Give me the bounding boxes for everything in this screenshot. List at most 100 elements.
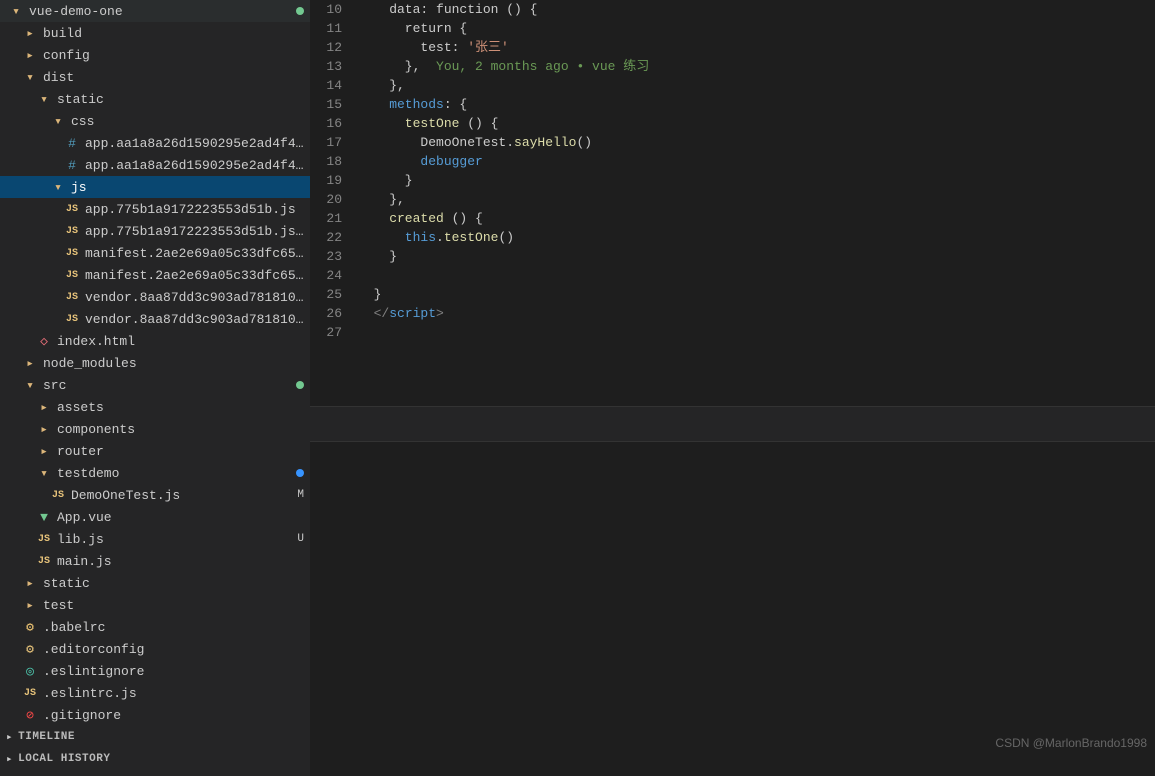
- sidebar-item-editorconfig[interactable]: ⚙.editorconfig: [0, 638, 310, 660]
- code-line: [358, 323, 1155, 342]
- sidebar-item-testdemo[interactable]: ▾testdemo: [0, 462, 310, 484]
- line-number: 13: [310, 57, 342, 76]
- sidebar-item-mainjs[interactable]: JS main.js: [0, 550, 310, 572]
- code-line: }: [358, 171, 1155, 190]
- line-number: 12: [310, 38, 342, 57]
- sidebar-item-static2[interactable]: ▸static: [0, 572, 310, 594]
- folder-icon: ▸: [36, 444, 52, 459]
- sidebar-item-label: app.aa1a8a26d1590295e2ad4f445e50d...: [85, 158, 310, 173]
- sidebar-item-label: .babelrc: [43, 620, 310, 635]
- code-line: DemoOneTest.sayHello(): [358, 133, 1155, 152]
- sidebar-item-js[interactable]: ▾js: [0, 176, 310, 198]
- sidebar-item-label: components: [57, 422, 310, 437]
- sidebar-item-libjs[interactable]: JS lib.jsU: [0, 528, 310, 550]
- folder-icon: ▸: [22, 48, 38, 63]
- js-icon: JS: [36, 556, 52, 567]
- sidebar-item-router[interactable]: ▸ router: [0, 440, 310, 462]
- line-number: 27: [310, 323, 342, 342]
- code-line: testOne () {: [358, 114, 1155, 133]
- sidebar-item-eslintrc[interactable]: JS.eslintrc.js: [0, 682, 310, 704]
- js-icon: JS: [64, 292, 80, 303]
- sidebar-item-node_modules[interactable]: ▸node_modules: [0, 352, 310, 374]
- sidebar-item-config[interactable]: ▸ config: [0, 44, 310, 66]
- sidebar-item-label: vue-demo-one: [29, 4, 296, 19]
- line-number: 18: [310, 152, 342, 171]
- watermark: CSDN @MarlonBrando1998: [995, 736, 1147, 750]
- sidebar-badge: U: [297, 533, 304, 545]
- sidebar-item-js4[interactable]: JSmanifest.2ae2e69a05c33dfc65f8.js.map: [0, 264, 310, 286]
- sidebar-section-timeline[interactable]: ▸TIMELINE: [0, 726, 310, 748]
- line-number: 21: [310, 209, 342, 228]
- sidebar-item-label: app.aa1a8a26d1590295e2ad4f445e50d...: [85, 136, 310, 151]
- sidebar-item-js1[interactable]: JSapp.775b1a9172223553d51b.js: [0, 198, 310, 220]
- line-number: 15: [310, 95, 342, 114]
- line-numbers: 101112131415161718192021222324252627: [310, 0, 350, 406]
- sidebar-item-eslintignore[interactable]: ◎.eslintignore: [0, 660, 310, 682]
- sidebar-item-js3[interactable]: JS manifest.2ae2e69a05c33dfc65f8.js: [0, 242, 310, 264]
- folder-icon: ▾: [50, 114, 66, 129]
- sidebar-item-components[interactable]: ▸components: [0, 418, 310, 440]
- eslint-icon: ◎: [22, 664, 38, 679]
- sidebar-item-test[interactable]: ▸test: [0, 594, 310, 616]
- code-line: },: [358, 190, 1155, 209]
- terminal-content: [310, 442, 1155, 776]
- folder-icon: ▸: [22, 576, 38, 591]
- sidebar-item-js5[interactable]: JSvendor.8aa87dd3c903ad781810.js: [0, 286, 310, 308]
- js-icon: JS: [64, 314, 80, 325]
- sidebar-item-label: manifest.2ae2e69a05c33dfc65f8.js.map: [85, 268, 310, 283]
- sidebar-item-label: .editorconfig: [43, 642, 310, 657]
- js-icon: JS: [64, 248, 80, 259]
- sidebar-item-gitignore[interactable]: ⊘ .gitignore: [0, 704, 310, 726]
- folder-icon: ▸: [36, 400, 52, 415]
- sidebar-item-label: router: [57, 444, 310, 459]
- folder-icon: ▾: [22, 70, 38, 85]
- code-line: },: [358, 76, 1155, 95]
- js-icon: JS: [36, 534, 52, 545]
- sidebar-item-label: js: [71, 180, 310, 195]
- sidebar-section-local-history[interactable]: ▸LOCAL HISTORY: [0, 748, 310, 770]
- sidebar-item-assets[interactable]: ▸assets: [0, 396, 310, 418]
- sidebar-item-label: vendor.8aa87dd3c903ad781810.js.map: [85, 312, 310, 327]
- sidebar-item-vue-demo-one[interactable]: ▾ vue-demo-one: [0, 0, 310, 22]
- line-number: 19: [310, 171, 342, 190]
- sidebar-item-css2[interactable]: #app.aa1a8a26d1590295e2ad4f445e50d...: [0, 154, 310, 176]
- sidebar-item-index_html[interactable]: ◇index.html: [0, 330, 310, 352]
- sidebar-item-static[interactable]: ▾static: [0, 88, 310, 110]
- line-number: 26: [310, 304, 342, 323]
- line-number: 16: [310, 114, 342, 133]
- sidebar-item-build[interactable]: ▸build: [0, 22, 310, 44]
- sidebar-item-label: app.775b1a9172223553d51b.js.map: [85, 224, 310, 239]
- sidebar-item-label: manifest.2ae2e69a05c33dfc65f8.js: [85, 246, 310, 261]
- git-icon: ⊘: [22, 708, 38, 723]
- sidebar-item-babelrc[interactable]: ⚙.babelrc: [0, 616, 310, 638]
- sidebar-item-label: .gitignore: [43, 708, 310, 723]
- sidebar-item-css1[interactable]: # app.aa1a8a26d1590295e2ad4f445e50d...: [0, 132, 310, 154]
- sidebar-item-label: lib.js: [57, 532, 297, 547]
- sidebar-item-DemoOneTest[interactable]: JSDemoOneTest.jsM: [0, 484, 310, 506]
- sidebar-item-js2[interactable]: JSapp.775b1a9172223553d51b.js.map: [0, 220, 310, 242]
- code-line: </script>: [358, 304, 1155, 323]
- sidebar-item-js6[interactable]: JS vendor.8aa87dd3c903ad781810.js.map: [0, 308, 310, 330]
- code-line: created () {: [358, 209, 1155, 228]
- sidebar-item-label: testdemo: [57, 466, 296, 481]
- sidebar-item-label: .eslintrc.js: [43, 686, 310, 701]
- sidebar-item-AppVue[interactable]: ▼App.vue: [0, 506, 310, 528]
- sidebar-item-label: css: [71, 114, 310, 129]
- sidebar-item-label: node_modules: [43, 356, 310, 371]
- code-line: [358, 266, 1155, 285]
- sidebar-item-src[interactable]: ▾src: [0, 374, 310, 396]
- css-icon: #: [64, 136, 80, 151]
- sidebar-dot: [296, 7, 304, 15]
- line-number: 24: [310, 266, 342, 285]
- code-line: test: '张三': [358, 38, 1155, 57]
- sidebar-item-dist[interactable]: ▾dist: [0, 66, 310, 88]
- sidebar-item-css[interactable]: ▾ css: [0, 110, 310, 132]
- js-icon: JS: [50, 490, 66, 501]
- sidebar-badge: M: [297, 489, 304, 501]
- sidebar-item-label: config: [43, 48, 310, 63]
- folder-icon: ▾: [8, 4, 24, 19]
- folder-icon: ▾: [22, 378, 38, 393]
- line-number: 10: [310, 0, 342, 19]
- sidebar-item-label: main.js: [57, 554, 310, 569]
- line-number: 17: [310, 133, 342, 152]
